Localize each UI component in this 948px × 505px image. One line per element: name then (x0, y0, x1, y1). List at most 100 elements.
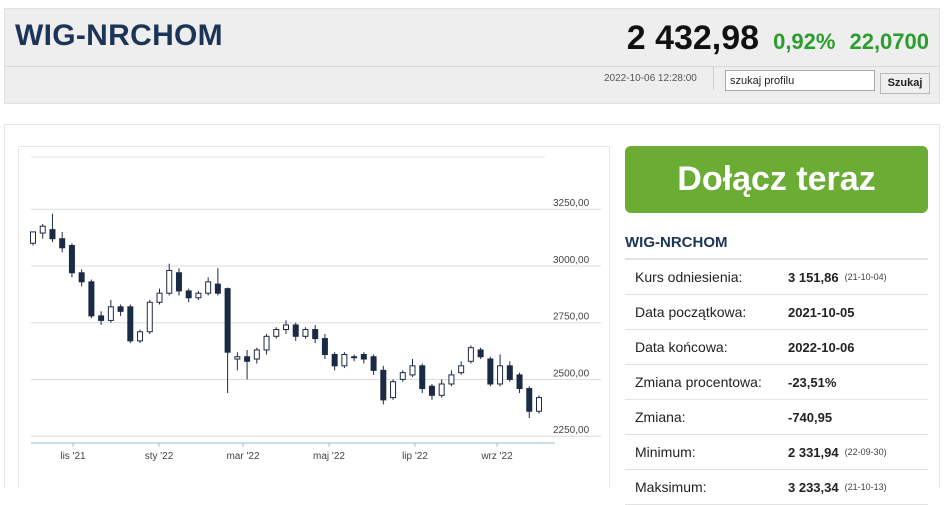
info-value: -740,95 (788, 409, 833, 425)
x-tick-label: mar '22 (226, 451, 259, 462)
candle-down (380, 369, 387, 401)
candle-up (107, 306, 114, 321)
info-label: Maksimum: (635, 479, 707, 495)
x-tick-label: wrz '22 (480, 451, 513, 462)
candle-up (458, 365, 465, 374)
vertical-separator (713, 66, 714, 90)
candle-up (409, 365, 416, 376)
candle-down (487, 358, 494, 385)
candle-down (127, 306, 134, 342)
info-label: Data początkowa: (635, 304, 747, 320)
change-absolute: 22,0700 (849, 29, 929, 54)
quote-timestamp: 2022-10-06 12:28:00 (604, 73, 697, 84)
candle-up (146, 301, 153, 333)
change-percent: 0,92% (773, 29, 836, 54)
candle-down (477, 349, 484, 358)
candle-up (341, 353, 348, 367)
candle-up (156, 292, 163, 303)
info-label: Zmiana procentowa: (635, 374, 762, 390)
x-tick-label: maj '22 (313, 451, 345, 462)
x-tick-label: lis '21 (60, 451, 86, 462)
y-tick-label: 3250,00 (553, 198, 590, 209)
header-divider (5, 66, 939, 67)
info-value: 2021-10-05 (788, 304, 855, 320)
candle-up (283, 324, 289, 331)
candle-up (263, 335, 270, 351)
candle-down (331, 353, 338, 367)
candle-up (497, 365, 504, 385)
candle-down (98, 315, 105, 321)
info-title: WIG-NRCHOM (625, 234, 728, 251)
x-tick-label: lip '22 (402, 451, 428, 462)
y-tick-label: 3000,00 (553, 255, 590, 266)
search-input[interactable] (725, 70, 875, 91)
candle-down (185, 290, 192, 299)
info-value: 3 233,34 (788, 479, 839, 495)
candlestick-chart: 3250,00 3000,00 2750,00 2500,00 2250,00 lis '… (30, 156, 601, 462)
info-label: Zmiana: (635, 409, 686, 425)
candle-down (312, 329, 319, 340)
info-row-change: Zmiana: -740,95 (625, 400, 928, 435)
candle-up (448, 374, 455, 385)
current-price: 2 432,98 (626, 19, 760, 57)
candle-up (302, 329, 309, 337)
candle-down (214, 283, 221, 294)
candle-up (166, 269, 173, 294)
info-date: (21-10-13) (844, 482, 887, 492)
candle-down (321, 338, 328, 355)
info-value: -23,51% (788, 374, 837, 390)
info-value: 3 151,86 (788, 269, 839, 285)
candle-up (30, 231, 36, 244)
candle-up (399, 372, 406, 380)
candle-down (88, 281, 95, 317)
candle-down (224, 288, 231, 353)
ticker-title: WIG-NRCHOM (15, 19, 223, 52)
candle-down (244, 356, 251, 362)
candle-down (506, 365, 513, 380)
info-row-start-date: Data początkowa: 2021-10-05 (625, 295, 928, 330)
candle-up (39, 225, 46, 234)
candle-up (273, 329, 280, 337)
search-button[interactable]: Szukaj (880, 73, 930, 94)
y-tick-label: 2500,00 (553, 368, 590, 379)
candle-down (370, 356, 377, 371)
candle-down (59, 238, 66, 249)
info-label: Minimum: (635, 444, 696, 460)
chart-container: 3250,00 3000,00 2750,00 2500,00 2250,00 lis '… (18, 146, 610, 488)
candle-down (68, 245, 75, 274)
join-now-button[interactable]: Dołącz teraz (625, 146, 928, 213)
candle-down (117, 306, 124, 312)
candle-up (205, 281, 212, 294)
y-tick-label: 2250,00 (553, 425, 590, 436)
info-date: (22-09-30) (844, 447, 887, 457)
candle-down (360, 353, 367, 360)
candle-up (390, 381, 397, 399)
info-row-minimum: Minimum: 2 331,94 (22-09-30) (625, 435, 928, 470)
info-row-end-date: Data końcowa: 2022-10-06 (625, 330, 928, 365)
info-label: Kurs odniesienia: (635, 269, 743, 285)
info-row-reference: Kurs odniesienia: 3 151,86 (21-10-04) (625, 260, 928, 295)
candle-up (253, 349, 260, 360)
candle-down (526, 388, 533, 412)
price-group: 2 432,98 0,92% 22,0700 (627, 19, 929, 58)
info-table: Kurs odniesienia: 3 151,86 (21-10-04) Da… (625, 258, 928, 505)
info-date: (21-10-04) (844, 272, 887, 282)
candle-up (351, 356, 358, 359)
info-value: 2 331,94 (788, 444, 839, 460)
candle-down (428, 385, 435, 396)
candle-down (292, 324, 299, 337)
candle-up (195, 292, 202, 299)
candle-down (419, 365, 426, 390)
candle-down (49, 229, 56, 240)
x-tick-label: sty '22 (145, 451, 174, 462)
info-label: Data końcowa: (635, 339, 728, 355)
candle-up (438, 383, 445, 396)
info-value: 2022-10-06 (788, 339, 855, 355)
candle-up (467, 347, 474, 362)
candle-up (137, 331, 144, 342)
candle-up (536, 397, 542, 412)
candle-down (516, 374, 523, 390)
candle-down (175, 272, 182, 292)
candle-up (234, 356, 241, 360)
info-row-change-pct: Zmiana procentowa: -23,51% (625, 365, 928, 400)
